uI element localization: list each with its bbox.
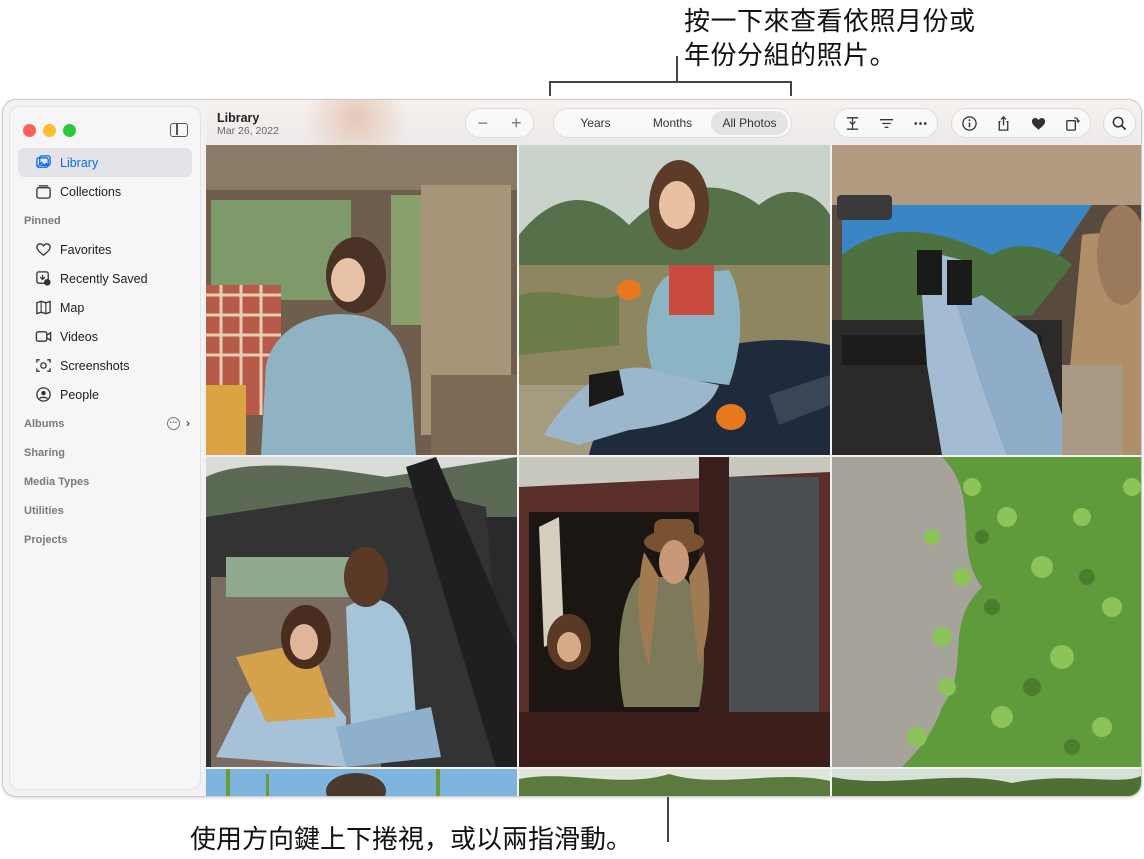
minimize-window-button[interactable] [43,124,56,137]
callout-top-line [676,56,678,83]
sidebar-item-recently-saved[interactable]: Recently Saved [18,264,192,293]
photo-library-icon [34,154,52,172]
photo-thumbnail[interactable] [206,145,517,455]
sidebar-item-label: Recently Saved [60,271,148,286]
sidebar-section-albums[interactable]: Albums ··· › [18,409,192,438]
zoom-in-button[interactable]: + [511,113,522,134]
favorite-heart-icon[interactable] [1029,114,1047,132]
photos-window: Library Collections Pinned Favorites Rec… [2,99,1142,797]
sidebar-item-label: Videos [60,329,98,344]
callout-top-bracket [549,81,792,96]
photo-thumbnail[interactable] [519,145,830,455]
people-icon [34,386,52,404]
callout-top-line2: 年份分組的照片。 [684,40,897,70]
sidebar-section-projects[interactable]: Projects [18,525,192,554]
photo-thumbnail[interactable] [832,457,1141,767]
sidebar: Library Collections Pinned Favorites Rec… [9,106,201,790]
toolbar: Library Mar 26, 2022 − + Years Months Al… [206,100,1141,145]
sidebar-item-label: Library [60,155,99,170]
toolbar-group-view [834,108,938,138]
main-content: Library Mar 26, 2022 − + Years Months Al… [206,100,1141,796]
sidebar-list: Library Collections Pinned Favorites Rec… [18,148,192,554]
sidebar-item-library[interactable]: Library [18,148,192,177]
sidebar-item-map[interactable]: Map [18,293,192,322]
zoom-window-button[interactable] [63,124,76,137]
view-segmented-control: Years Months All Photos [553,108,792,138]
page-date: Mar 26, 2022 [217,125,279,137]
search-icon [1111,114,1129,132]
photo-thumbnail[interactable] [832,769,1141,796]
close-window-button[interactable] [23,124,36,137]
toolbar-backdrop [286,100,426,145]
collections-icon [34,183,52,201]
photo-thumbnail[interactable] [832,145,1141,455]
sidebar-item-screenshots[interactable]: Screenshots [18,351,192,380]
slideshow-icon[interactable] [843,114,861,132]
sidebar-item-videos[interactable]: Videos [18,322,192,351]
filter-icon[interactable] [877,114,895,132]
sidebar-item-label: Map [60,300,85,315]
photo-grid [206,145,1141,796]
more-icon[interactable] [911,114,929,132]
segment-months[interactable]: Months [634,111,711,135]
screenshot-icon [34,357,52,375]
more-options-icon[interactable]: ··· [167,416,180,430]
sidebar-section-utilities[interactable]: Utilities [18,496,192,525]
zoom-control: − + [465,108,534,138]
sidebar-item-label: Screenshots [60,358,130,373]
zoom-out-button[interactable]: − [477,113,488,134]
video-icon [34,328,52,346]
sidebar-item-label: Favorites [60,242,112,257]
callout-top: 按一下來查看依照月份或 年份分組的照片。 [684,4,976,72]
recently-saved-icon [34,270,52,288]
sidebar-section-label: Albums [24,417,65,430]
sidebar-item-people[interactable]: People [18,380,192,409]
callout-bottom: 使用方向鍵上下捲視，或以兩指滑動。 [190,824,633,854]
toolbar-group-actions [951,108,1091,138]
sidebar-item-label: People [60,387,99,402]
sidebar-item-collections[interactable]: Collections [18,177,192,206]
sidebar-item-favorites[interactable]: Favorites [18,235,192,264]
info-icon[interactable] [960,114,978,132]
photo-thumbnail[interactable] [519,457,830,767]
heart-icon [34,241,52,259]
search-button[interactable] [1103,108,1136,138]
chevron-right-icon[interactable]: › [186,416,190,430]
segment-all-photos[interactable]: All Photos [711,111,788,135]
rotate-icon[interactable] [1064,114,1082,132]
sidebar-item-label: Collections [60,184,122,199]
photo-thumbnail[interactable] [206,769,517,796]
map-icon [34,299,52,317]
segment-years[interactable]: Years [557,111,634,135]
page-title: Library [217,111,260,125]
callout-top-line1: 按一下來查看依照月份或 [684,6,976,36]
albums-actions: ··· › [167,416,190,430]
photo-thumbnail[interactable] [519,769,830,796]
pinned-header: Pinned [24,214,61,227]
sidebar-section-sharing[interactable]: Sharing [18,438,192,467]
share-icon[interactable] [995,114,1013,132]
sidebar-toggle-icon[interactable] [170,123,188,137]
sidebar-section-media-types[interactable]: Media Types [18,467,192,496]
photo-thumbnail[interactable] [206,457,517,767]
